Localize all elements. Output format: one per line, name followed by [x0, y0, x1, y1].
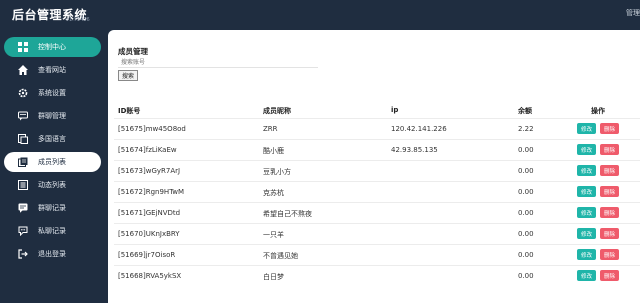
gear-icon [16, 86, 30, 100]
delete-button[interactable]: 删除 [600, 165, 619, 176]
cell-id: [51668]RVA5ykSX [118, 272, 182, 280]
edit-button[interactable]: 修改 [577, 207, 596, 218]
version-label: v1.75406 [66, 17, 90, 23]
sidebar-item-label: 多国语言 [38, 135, 66, 143]
column-header-id: ID账号 [118, 107, 141, 115]
language-icon [16, 132, 30, 146]
edit-button[interactable]: 修改 [577, 186, 596, 197]
private-chat-icon [16, 224, 30, 238]
edit-button[interactable]: 修改 [577, 270, 596, 281]
delete-button[interactable]: 删除 [600, 228, 619, 239]
cell-balance: 0.00 [518, 188, 534, 196]
cell-balance: 0.00 [518, 251, 534, 259]
sidebar-item-label: 系统设置 [38, 89, 66, 97]
sidebar-item-label: 退出登录 [38, 250, 66, 258]
sidebar-item-languages[interactable]: 多国语言 [4, 129, 101, 149]
cell-ip: 42.93.85.135 [391, 146, 438, 154]
cell-id: [51673]wGyR7ArJ [118, 167, 181, 175]
sidebar-item-label: 成员列表 [38, 158, 66, 166]
cell-nickname: 不曾遇见她 [263, 252, 298, 260]
cell-balance: 0.00 [518, 209, 534, 217]
cell-id: [51669]jr7OisoR [118, 251, 176, 259]
sidebar-item-settings[interactable]: 系统设置 [4, 83, 101, 103]
home-icon [16, 63, 30, 77]
search-input[interactable] [118, 57, 318, 68]
cell-id: [51674]fzLiKaEw [118, 146, 177, 154]
column-header-nickname: 成员昵称 [263, 107, 291, 115]
cell-balance: 2.22 [518, 125, 534, 133]
sidebar: 控制中心 查看网站 系统设置 群聊管理 多国语言 成员列表 动态列表 群聊记录 … [0, 30, 108, 303]
sidebar-item-dashboard[interactable]: 控制中心 [4, 37, 101, 57]
members-icon [16, 155, 30, 169]
sidebar-item-label: 群聊记录 [38, 204, 66, 212]
table-row: [51668]RVA5ykSX 白日梦 0.00 修改 删除 [114, 265, 640, 286]
edit-button[interactable]: 修改 [577, 165, 596, 176]
sidebar-item-private-chat-log[interactable]: 私聊记录 [4, 221, 101, 241]
cell-id: [51671]GEjNVDtd [118, 209, 181, 217]
table-header: ID账号 成员昵称 ip 余额 操作 [114, 102, 640, 118]
sidebar-item-label: 控制中心 [38, 43, 66, 51]
table-row: [51673]wGyR7ArJ 豆乳小方 0.00 修改 删除 [114, 160, 640, 181]
sidebar-item-label: 群聊管理 [38, 112, 66, 120]
cell-balance: 0.00 [518, 230, 534, 238]
sidebar-item-view-site[interactable]: 查看网站 [4, 60, 101, 80]
cell-nickname: 豆乳小方 [263, 168, 291, 176]
cell-id: [51672]Rgn9HTwM [118, 188, 185, 196]
table-row: [51670]UKnJxBRY 一只羊 0.00 修改 删除 [114, 223, 640, 244]
table-row: [51674]fzLiKaEw 酷小鹿 42.93.85.135 0.00 修改… [114, 139, 640, 160]
cell-nickname: ZRR [263, 125, 278, 133]
edit-button[interactable]: 修改 [577, 123, 596, 134]
sidebar-item-logout[interactable]: 退出登录 [4, 244, 101, 264]
search-button[interactable]: 搜索 [118, 70, 138, 81]
cell-balance: 0.00 [518, 272, 534, 280]
edit-button[interactable]: 修改 [577, 144, 596, 155]
table-row: [51672]Rgn9HTwM 克苏杭 0.00 修改 删除 [114, 181, 640, 202]
delete-button[interactable]: 删除 [600, 270, 619, 281]
logout-icon [16, 247, 30, 261]
chat-log-icon [16, 201, 30, 215]
main-content: 成员管理 搜索 ID账号 成员昵称 ip 余额 操作 [51675]mw45O8… [108, 30, 640, 303]
column-header-balance: 余额 [518, 107, 532, 115]
cell-nickname: 希望自己不熬夜 [263, 210, 312, 218]
cell-id: [51675]mw45O8od [118, 125, 186, 133]
sidebar-item-label: 私聊记录 [38, 227, 66, 235]
top-right-menu[interactable]: 管理 [626, 8, 640, 18]
sidebar-item-label: 动态列表 [38, 181, 66, 189]
table-row: [51675]mw45O8od ZRR 120.42.141.226 2.22 … [114, 118, 640, 139]
delete-button[interactable]: 删除 [600, 144, 619, 155]
delete-button[interactable]: 删除 [600, 186, 619, 197]
cell-nickname: 克苏杭 [263, 189, 284, 197]
delete-button[interactable]: 删除 [600, 249, 619, 260]
table-row: [51671]GEjNVDtd 希望自己不熬夜 0.00 修改 删除 [114, 202, 640, 223]
sidebar-item-feed[interactable]: 动态列表 [4, 175, 101, 195]
top-bar: 后台管理系统 v1.75406 管理 [0, 0, 640, 30]
cell-nickname: 酷小鹿 [263, 147, 284, 155]
cell-nickname: 一只羊 [263, 231, 284, 239]
column-header-actions: 操作 [591, 107, 605, 115]
cell-balance: 0.00 [518, 146, 534, 154]
delete-button[interactable]: 删除 [600, 123, 619, 134]
table-row: [51669]jr7OisoR 不曾遇见她 0.00 修改 删除 [114, 244, 640, 265]
column-header-ip: ip [391, 106, 399, 114]
sidebar-item-members[interactable]: 成员列表 [4, 152, 101, 172]
cell-id: [51670]UKnJxBRY [118, 230, 180, 238]
list-icon [16, 178, 30, 192]
delete-button[interactable]: 删除 [600, 207, 619, 218]
cell-ip: 120.42.141.226 [391, 125, 447, 133]
edit-button[interactable]: 修改 [577, 228, 596, 239]
cell-balance: 0.00 [518, 167, 534, 175]
sidebar-item-group-chat-log[interactable]: 群聊记录 [4, 198, 101, 218]
sidebar-item-label: 查看网站 [38, 66, 66, 74]
grid-icon [16, 40, 30, 54]
page-title: 成员管理 [118, 47, 148, 56]
cell-nickname: 白日梦 [263, 273, 284, 281]
sidebar-item-group-manage[interactable]: 群聊管理 [4, 106, 101, 126]
chat-icon [16, 109, 30, 123]
edit-button[interactable]: 修改 [577, 249, 596, 260]
